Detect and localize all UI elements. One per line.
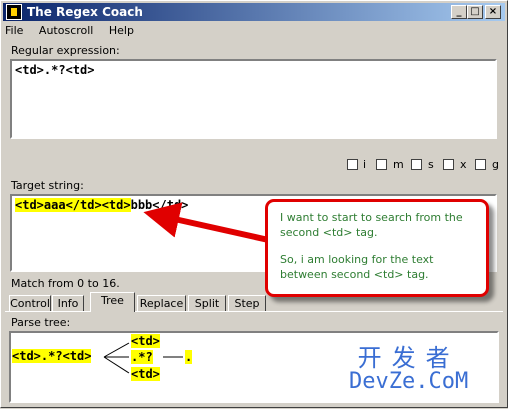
- tree-leaf-node: .: [185, 350, 193, 364]
- minimize-button[interactable]: _: [451, 5, 467, 19]
- menu-bar: File Autoscroll Help: [5, 24, 146, 40]
- app-icon: [6, 4, 22, 20]
- parse-tree-label: Parse tree:: [11, 316, 71, 329]
- regex-value: <td>.*?<td>: [15, 63, 95, 77]
- tree-root-node: <td>.*?<td>: [12, 349, 92, 363]
- flag-x-checkbox[interactable]: [443, 159, 454, 170]
- regex-label: Regular expression:: [11, 44, 120, 57]
- callout-line-1: I want to start to search from the secon…: [280, 211, 463, 239]
- tab-tree[interactable]: Tree: [90, 292, 135, 312]
- flag-i-label: i: [363, 158, 367, 171]
- tree-child-node: <td>: [131, 367, 160, 381]
- flag-m-label: m: [393, 158, 404, 171]
- close-button[interactable]: ×: [485, 5, 501, 19]
- flag-m-checkbox[interactable]: [376, 159, 387, 170]
- target-rest: bbb</td>: [130, 198, 189, 212]
- callout-line-2: So, i am looking for the text between se…: [280, 253, 434, 281]
- tab-info[interactable]: Info: [52, 295, 84, 312]
- flag-s-checkbox[interactable]: [411, 159, 422, 170]
- target-value: <td>aaa</td><td>bbb</td>: [15, 198, 188, 212]
- tab-step[interactable]: Step: [228, 295, 266, 312]
- menu-file[interactable]: File: [5, 24, 23, 37]
- maximize-button[interactable]: □: [467, 5, 483, 19]
- tab-panel-divider: [5, 311, 503, 312]
- app-window: The Regex Coach _ □ × File Autoscroll He…: [0, 0, 508, 408]
- annotation-callout: I want to start to search from the secon…: [265, 199, 489, 297]
- tab-replace[interactable]: Replace: [137, 295, 186, 312]
- regex-input[interactable]: <td>.*?<td>: [10, 59, 497, 139]
- flag-i-checkbox[interactable]: [347, 159, 358, 170]
- match-status: Match from 0 to 16.: [11, 277, 120, 290]
- tree-child-node: <td>: [131, 334, 160, 348]
- menu-autoscroll[interactable]: Autoscroll: [39, 24, 93, 37]
- title-bar: The Regex Coach _ □ ×: [3, 3, 505, 21]
- watermark-logo: 开发者 DevZe.CoM: [349, 345, 468, 393]
- window-title: The Regex Coach: [27, 5, 143, 19]
- flag-g-label: g: [492, 158, 499, 171]
- tab-control[interactable]: Control: [9, 295, 51, 312]
- watermark-cn: 开发者: [357, 344, 460, 372]
- target-label: Target string:: [11, 179, 84, 192]
- watermark-en: DevZe.CoM: [349, 369, 469, 394]
- flag-s-label: s: [428, 158, 434, 171]
- flag-x-label: x: [460, 158, 467, 171]
- tree-child-node: .*?: [131, 350, 153, 364]
- target-match: <td>aaa</td><td>: [15, 198, 131, 212]
- flag-g-checkbox[interactable]: [475, 159, 486, 170]
- tab-split[interactable]: Split: [188, 295, 226, 312]
- menu-help[interactable]: Help: [109, 24, 134, 37]
